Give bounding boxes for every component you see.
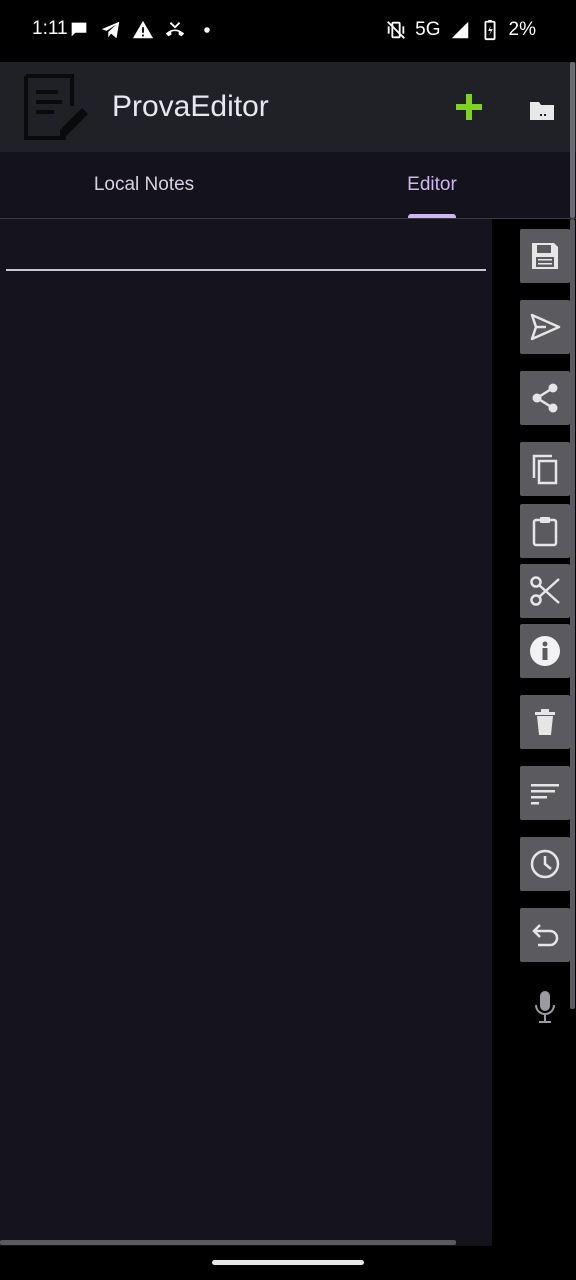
- microphone-button[interactable]: [532, 989, 558, 1025]
- vertical-scrollbar[interactable]: [570, 219, 575, 1009]
- app-bar: ProvaEditor: [0, 62, 576, 152]
- chat-icon: [71, 22, 87, 37]
- editor-toolbar: [492, 219, 576, 1246]
- status-notification-icons: [68, 18, 218, 42]
- missed-call-icon: [165, 22, 185, 37]
- undo-button[interactable]: [520, 908, 570, 962]
- tab-editor[interactable]: Editor: [340, 152, 524, 218]
- app-title: ProvaEditor: [112, 90, 269, 123]
- send-button[interactable]: [520, 300, 570, 354]
- battery-label: 2%: [508, 19, 536, 40]
- share-icon: [532, 383, 558, 413]
- info-icon: [530, 636, 560, 666]
- history-button[interactable]: [520, 837, 570, 891]
- paste-icon: [532, 517, 558, 547]
- add-note-button[interactable]: [452, 90, 486, 124]
- tab-bar: Local Notes Editor: [0, 152, 576, 219]
- warning-icon: [132, 20, 154, 39]
- text-align-icon: [531, 784, 559, 805]
- status-bar: 1:11 5G 2%: [0, 0, 576, 62]
- paste-button[interactable]: [520, 504, 570, 558]
- copy-icon: [532, 454, 558, 485]
- share-button[interactable]: [520, 371, 570, 425]
- tab-local-notes[interactable]: Local Notes: [40, 152, 248, 218]
- clock-icon: [530, 849, 560, 879]
- format-button[interactable]: [520, 766, 570, 820]
- info-button[interactable]: [520, 624, 570, 678]
- status-system-icons: 5G 2%: [385, 16, 536, 44]
- network-label: 5G: [415, 19, 441, 40]
- status-time: 1:11: [32, 18, 68, 39]
- telegram-icon: [101, 21, 120, 39]
- note-title-input[interactable]: [6, 227, 486, 271]
- battery-charging-icon: [484, 19, 496, 41]
- dot-icon: [204, 27, 210, 33]
- scroll-indicator-top: [570, 62, 575, 218]
- editor-area[interactable]: [0, 219, 492, 1246]
- scissors-icon: [530, 576, 560, 606]
- trash-icon: [535, 709, 555, 735]
- copy-button[interactable]: [520, 442, 570, 496]
- vibrate-off-icon: [387, 21, 406, 39]
- home-gesture-handle[interactable]: [212, 1260, 364, 1265]
- folder-button[interactable]: [528, 98, 556, 122]
- tab-selected-indicator: [408, 214, 456, 218]
- save-button[interactable]: [520, 229, 570, 283]
- navigation-bar: [0, 1246, 576, 1280]
- save-icon: [532, 243, 558, 269]
- app-logo-icon: [24, 74, 88, 140]
- horizontal-scrollbar[interactable]: [0, 1240, 456, 1245]
- signal-icon: [451, 21, 468, 39]
- send-icon: [530, 313, 561, 341]
- delete-button[interactable]: [520, 695, 570, 749]
- undo-icon: [532, 924, 559, 947]
- cut-button[interactable]: [520, 564, 570, 618]
